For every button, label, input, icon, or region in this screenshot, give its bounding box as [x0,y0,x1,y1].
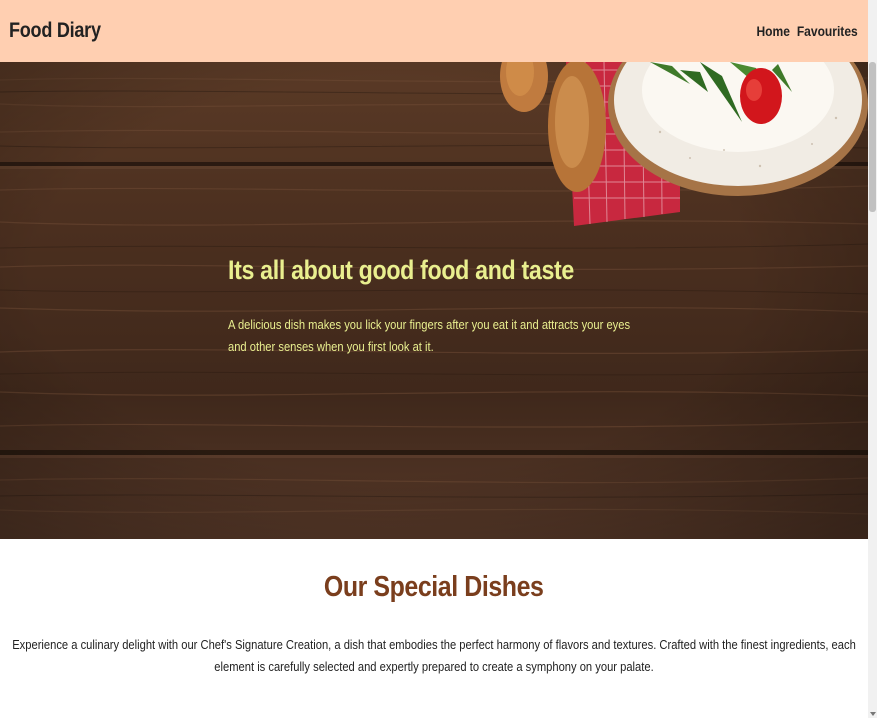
brand-logo[interactable]: Food Diary [9,19,101,43]
hero-title: Its all about good food and taste [228,255,574,285]
nav-home-link[interactable]: Home [757,23,790,39]
scroll-down-arrow-icon[interactable] [870,712,876,716]
scrollbar-thumb[interactable] [869,62,876,212]
special-dishes-description: Experience a culinary delight with our C… [0,634,868,678]
wooden-table-background-image [0,62,868,539]
nav-links: Home Favourites [757,23,858,39]
special-dishes-title-text: Our Special Dishes [324,571,544,603]
special-dishes-heading: Our Special Dishes [0,571,868,604]
nav-favourites-link[interactable]: Favourites [797,23,858,39]
navbar: Food Diary Home Favourites [0,0,868,62]
page: Food Diary Home Favourites Its all about… [0,0,877,718]
hero-banner: Its all about good food and taste A deli… [0,62,868,539]
hero-description: A delicious dish makes you lick your fin… [228,317,631,354]
vertical-scrollbar[interactable] [868,0,877,718]
special-dishes-text: Experience a culinary delight with our C… [12,637,856,674]
